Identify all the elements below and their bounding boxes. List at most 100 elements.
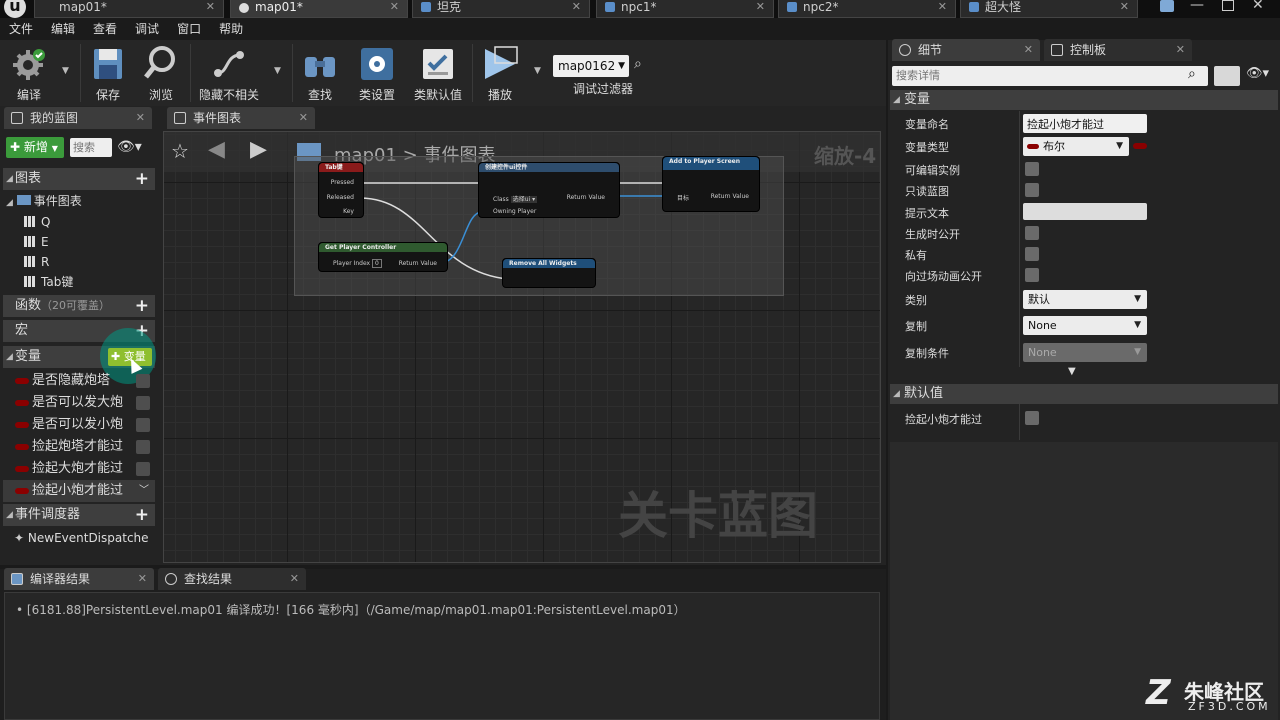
graph-canvas[interactable]: ☆ ◀ ▶ map01 > 事件图表 缩放-4 Tab键 Pressed Rel… bbox=[163, 131, 881, 563]
visibility-toggle-icon[interactable] bbox=[136, 418, 150, 432]
maximize-button[interactable] bbox=[1222, 0, 1234, 11]
node-remove-all-widgets[interactable]: Remove All Widgets bbox=[502, 258, 596, 288]
tree-item-r[interactable]: R bbox=[24, 252, 49, 272]
section-default-value[interactable]: ◢ 默认值 bbox=[890, 384, 1278, 404]
close-icon[interactable]: ✕ bbox=[572, 0, 581, 17]
variable-item[interactable]: 捡起大炮才能过 bbox=[3, 458, 155, 480]
hide-unrelated-options-arrow[interactable]: ▼ bbox=[274, 66, 281, 76]
advanced-expand-arrow[interactable]: ▼ bbox=[1068, 366, 1076, 377]
add-new-button[interactable]: ✚ 新增 ▼ bbox=[6, 137, 64, 158]
pin-player-index[interactable]: Player Index 0 bbox=[333, 259, 382, 268]
default-value-checkbox[interactable] bbox=[1025, 411, 1039, 425]
add-dispatcher-button[interactable]: + bbox=[135, 504, 149, 526]
close-icon[interactable]: ✕ bbox=[1024, 39, 1033, 61]
close-icon[interactable]: ✕ bbox=[299, 107, 308, 129]
variable-item-selected[interactable]: 捡起小炮才能过 ﹀ bbox=[3, 480, 155, 502]
node-create-widget[interactable]: 创建控件ui控件 Class 选择ui ▾ Owning Player Retu… bbox=[478, 162, 620, 218]
visibility-eye-icon[interactable]: 👁▾ bbox=[1246, 66, 1269, 81]
class-defaults-button[interactable]: 类默认值 bbox=[410, 43, 466, 103]
pin-class[interactable]: Class 选择ui ▾ bbox=[493, 194, 538, 203]
class-settings-button[interactable]: 类设置 bbox=[352, 43, 402, 103]
pin-released[interactable]: Released bbox=[327, 194, 354, 201]
expose-spawn-checkbox[interactable] bbox=[1025, 226, 1039, 240]
doc-tab-npc2[interactable]: npc2* ✕ bbox=[778, 0, 956, 18]
dispatcher-item[interactable]: ✦ NewEventDispatche bbox=[14, 528, 154, 548]
close-window-button[interactable]: ✕ bbox=[1252, 0, 1264, 13]
node-add-to-player-screen[interactable]: Add to Player Screen 目标 Return Value bbox=[662, 156, 760, 212]
menu-window[interactable]: 窗口 bbox=[168, 18, 210, 40]
close-icon[interactable]: ✕ bbox=[938, 0, 947, 17]
tab-my-blueprint[interactable]: 我的蓝图 ✕ bbox=[4, 107, 152, 129]
section-functions[interactable]: 函数（20可覆盖） + bbox=[3, 295, 155, 317]
close-icon[interactable]: ✕ bbox=[390, 0, 399, 17]
log-line[interactable]: • [6181.88]PersistentLevel.map01 编译成功！[1… bbox=[16, 601, 686, 618]
user-feedback-icon[interactable] bbox=[1160, 0, 1174, 12]
doc-tab-superboss[interactable]: 超大怪 ✕ bbox=[960, 0, 1138, 18]
tab-compiler-results[interactable]: 编译器结果 ✕ bbox=[4, 568, 154, 590]
private-checkbox[interactable] bbox=[1025, 247, 1039, 261]
pin-target[interactable]: 目标 bbox=[677, 193, 689, 202]
tree-event-graph[interactable]: ◢ 事件图表 bbox=[6, 191, 82, 211]
visibility-toggle-icon[interactable] bbox=[136, 396, 150, 410]
visibility-toggle-icon[interactable] bbox=[136, 462, 150, 476]
readonly-checkbox[interactable] bbox=[1025, 183, 1039, 197]
variable-item[interactable]: 捡起炮塔才能过 bbox=[3, 436, 155, 458]
tree-item-tab[interactable]: Tab键 bbox=[24, 272, 73, 292]
tab-event-graph[interactable]: 事件图表 ✕ bbox=[167, 107, 315, 129]
hide-unrelated-button[interactable]: 隐藏不相关 bbox=[196, 43, 262, 103]
pin-return-value[interactable]: Return Value bbox=[399, 260, 437, 267]
debug-search-icon[interactable]: ⌕ bbox=[634, 56, 642, 72]
tooltip-input[interactable] bbox=[1023, 203, 1147, 220]
add-function-button[interactable]: + bbox=[135, 295, 149, 317]
minimize-button[interactable]: — bbox=[1190, 0, 1204, 13]
pin-return-value[interactable]: Return Value bbox=[567, 194, 605, 201]
compile-button[interactable]: 编译 bbox=[4, 43, 54, 103]
variable-item[interactable]: 是否隐藏炮塔 bbox=[3, 370, 155, 392]
visibility-toggle-icon[interactable] bbox=[136, 440, 150, 454]
variable-item[interactable]: 是否可以发大炮 bbox=[3, 392, 155, 414]
node-get-player-controller[interactable]: Get Player Controller Player Index 0 Ret… bbox=[318, 242, 448, 272]
var-type-dropdown[interactable]: 布尔 ▼ bbox=[1023, 137, 1129, 156]
editable-checkbox[interactable] bbox=[1025, 162, 1039, 176]
menu-debug[interactable]: 调试 bbox=[126, 18, 168, 40]
close-icon[interactable]: ✕ bbox=[1176, 39, 1185, 61]
compile-options-arrow[interactable]: ▼ bbox=[62, 66, 69, 76]
container-type-icon[interactable] bbox=[1133, 143, 1147, 149]
menu-help[interactable]: 帮助 bbox=[210, 18, 252, 40]
play-options-arrow[interactable]: ▼ bbox=[534, 66, 541, 76]
play-button[interactable]: 播放 bbox=[478, 43, 522, 103]
save-button[interactable]: 保存 bbox=[86, 43, 130, 103]
property-matrix-icon[interactable] bbox=[1214, 66, 1240, 86]
doc-tab-map01-a[interactable]: map01* ✕ bbox=[34, 0, 224, 18]
section-variable[interactable]: ◢ 变量 bbox=[890, 90, 1278, 110]
tree-item-q[interactable]: Q bbox=[24, 212, 50, 232]
close-icon[interactable]: ✕ bbox=[1120, 0, 1129, 17]
menu-view[interactable]: 查看 bbox=[84, 18, 126, 40]
menu-edit[interactable]: 编辑 bbox=[42, 18, 84, 40]
node-tab-key-event[interactable]: Tab键 Pressed Released Key bbox=[318, 162, 364, 218]
close-icon[interactable]: ✕ bbox=[136, 107, 145, 129]
pin-pressed[interactable]: Pressed bbox=[331, 179, 354, 186]
close-icon[interactable]: ✕ bbox=[756, 0, 765, 17]
expose-cinematics-checkbox[interactable] bbox=[1025, 268, 1039, 282]
tab-details[interactable]: 细节 ✕ bbox=[892, 39, 1040, 61]
doc-tab-tank[interactable]: 坦克 ✕ bbox=[412, 0, 590, 18]
browse-button[interactable]: 浏览 bbox=[138, 43, 184, 103]
pin-return-value[interactable]: Return Value bbox=[711, 193, 749, 200]
visibility-eye-icon[interactable]: 👁▾ bbox=[117, 139, 142, 155]
close-icon[interactable]: ✕ bbox=[138, 568, 147, 590]
doc-tab-map01-b[interactable]: map01* ✕ bbox=[230, 0, 408, 18]
details-search-input[interactable] bbox=[892, 66, 1208, 86]
tab-find-results[interactable]: 查找结果 ✕ bbox=[158, 568, 306, 590]
close-icon[interactable]: ✕ bbox=[206, 0, 215, 17]
variable-item[interactable]: 是否可以发小炮 bbox=[3, 414, 155, 436]
chevron-down-icon[interactable]: ﹀ bbox=[139, 480, 149, 502]
find-button[interactable]: 查找 bbox=[298, 43, 342, 103]
tree-item-e[interactable]: E bbox=[24, 232, 49, 252]
close-icon[interactable]: ✕ bbox=[290, 568, 299, 590]
pin-owning-player[interactable]: Owning Player bbox=[493, 208, 536, 215]
var-name-input[interactable] bbox=[1023, 114, 1147, 133]
unreal-logo-icon[interactable]: u bbox=[4, 0, 26, 18]
pin-key[interactable]: Key bbox=[343, 208, 354, 215]
category-dropdown[interactable]: 默认 ▼ bbox=[1023, 290, 1147, 309]
